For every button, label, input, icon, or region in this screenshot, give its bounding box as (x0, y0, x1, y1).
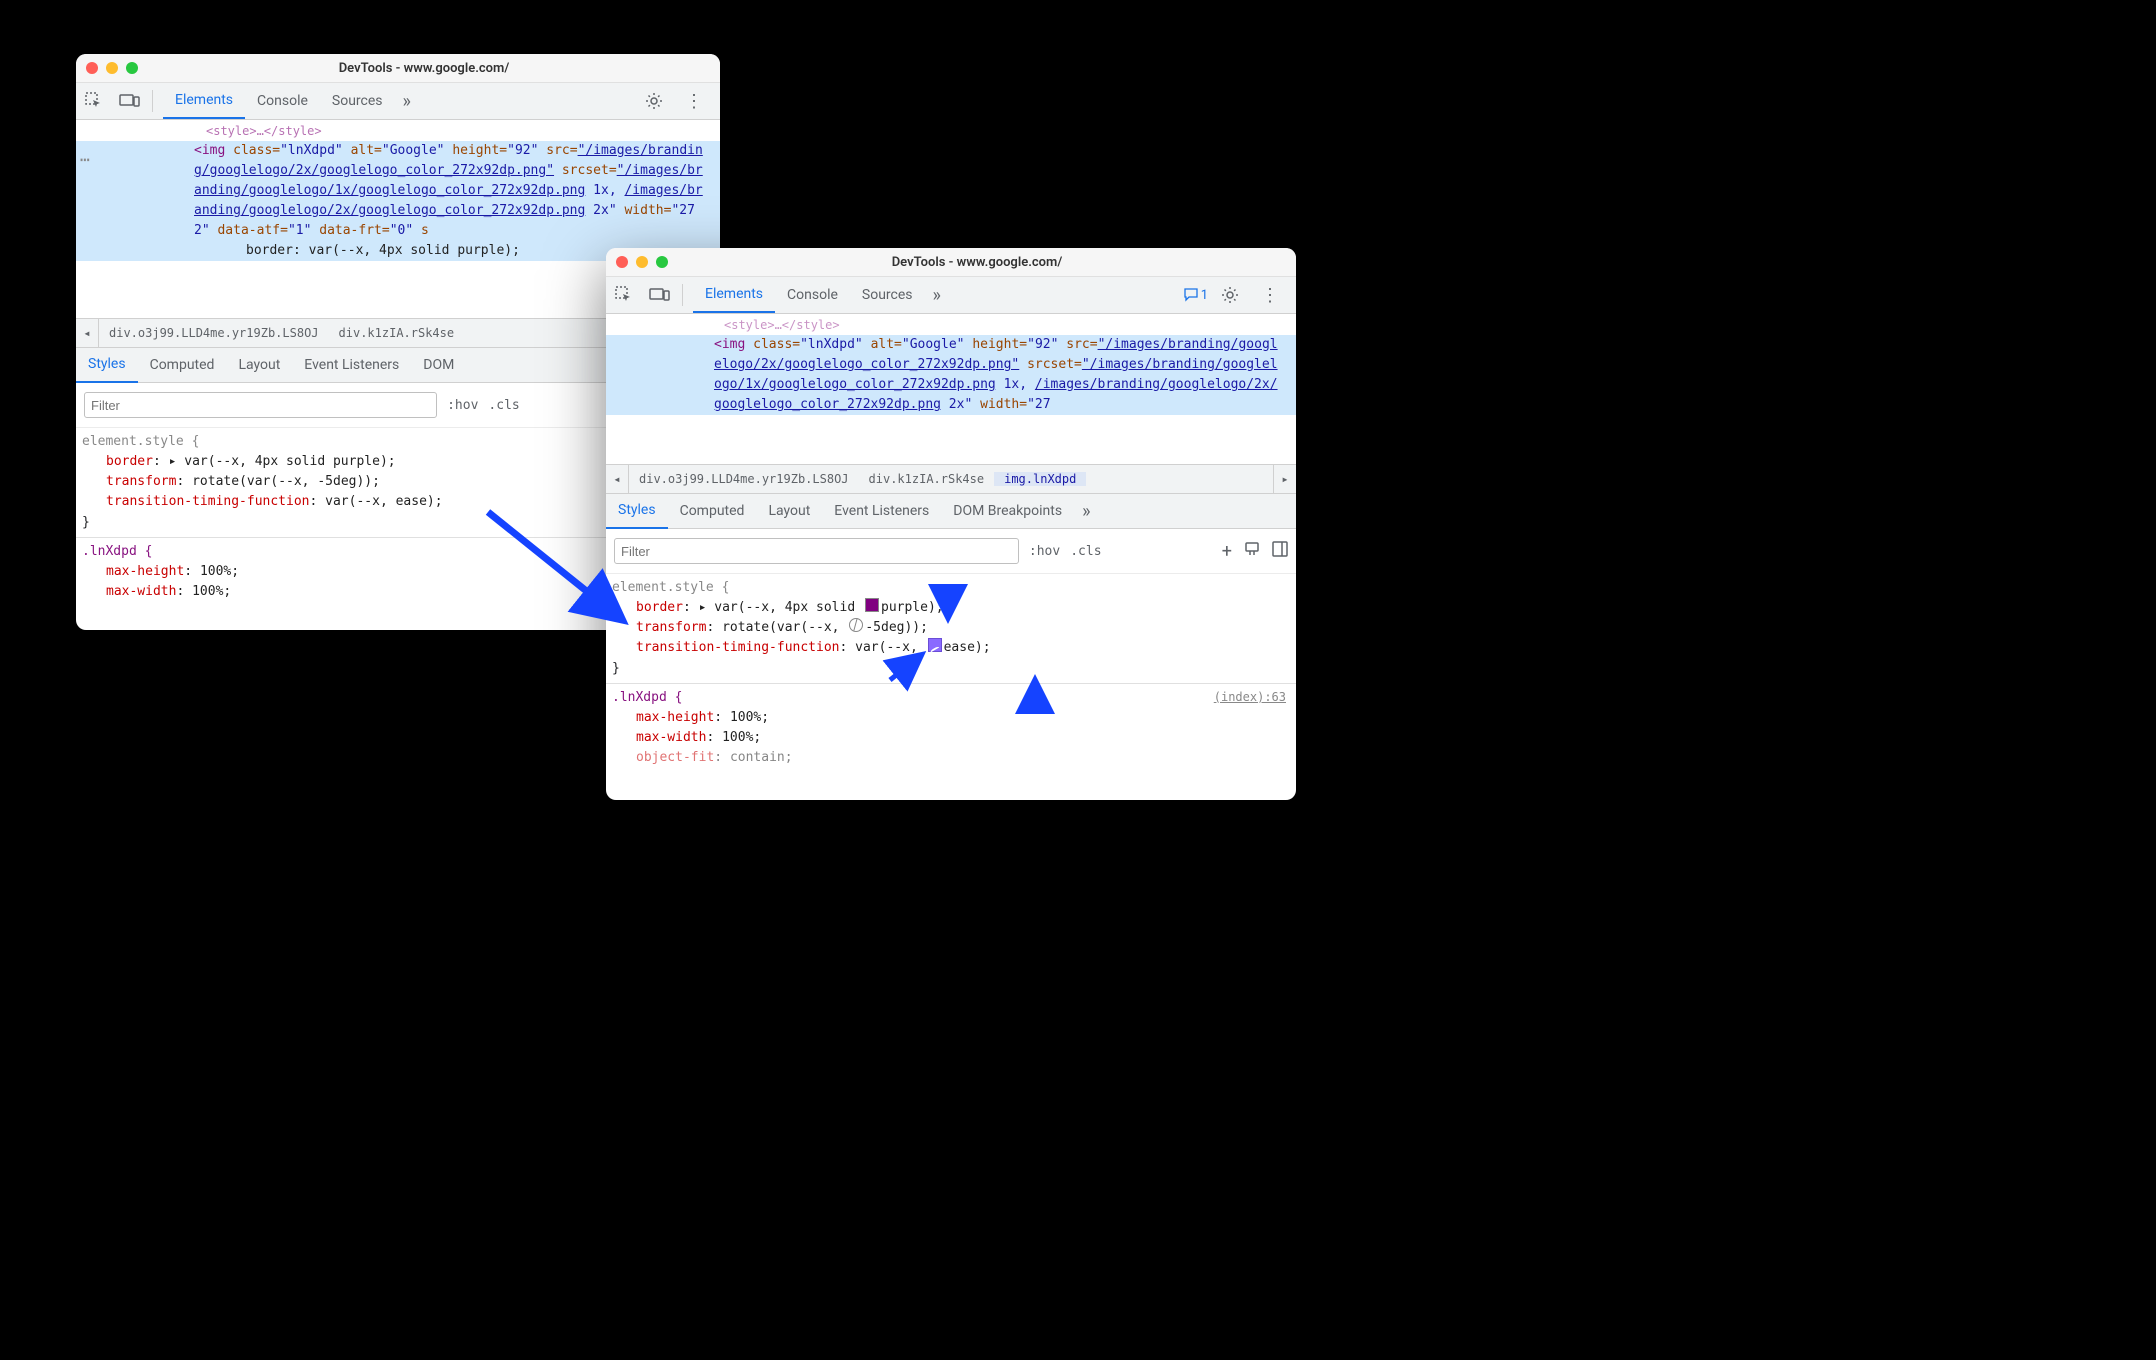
breadcrumb[interactable]: ◂ div.o3j99.LLD4me.yr19Zb.LS8OJ div.k1zI… (606, 465, 1296, 494)
subtab-styles[interactable]: Styles (76, 347, 138, 383)
close-dot[interactable] (86, 62, 98, 74)
hov-toggle[interactable]: :hov (447, 398, 478, 413)
device-icon[interactable] (648, 283, 672, 307)
tab-elements[interactable]: Elements (693, 277, 775, 313)
new-rule-icon[interactable]: + (1222, 541, 1232, 562)
breadcrumb-item-3[interactable]: img.lnXdpd (994, 472, 1086, 486)
bezier-swatch-icon[interactable] (928, 638, 942, 652)
gear-icon[interactable] (1218, 283, 1242, 307)
dom-line-style-close[interactable]: <style>…</style> (606, 316, 1296, 335)
dom-line-img[interactable]: <img class="lnXdpd" alt="Google" height=… (606, 335, 1296, 416)
subtab-computed[interactable]: Computed (138, 348, 227, 382)
zoom-dot[interactable] (126, 62, 138, 74)
messages-count: 1 (1201, 288, 1208, 303)
cls-toggle[interactable]: .cls (1070, 544, 1101, 559)
breadcrumb-next[interactable]: ▸ (1273, 465, 1296, 493)
panel-tabs: Elements Console Sources » (693, 277, 949, 313)
hov-toggle[interactable]: :hov (1029, 544, 1060, 559)
prop-transform[interactable]: transform: rotate(var(--x, -5deg)); (612, 618, 1286, 638)
subtab-styles[interactable]: Styles (606, 493, 668, 529)
kebab-icon[interactable]: ⋮ (1258, 283, 1282, 307)
close-dot[interactable] (616, 256, 628, 268)
dom-line-style-close[interactable]: <style>…</style> (76, 122, 720, 141)
window-controls[interactable] (616, 256, 668, 268)
more-subtabs-icon[interactable]: » (1074, 501, 1098, 522)
zoom-dot[interactable] (656, 256, 668, 268)
styles-subtabs: Styles Computed Layout Event Listeners D… (606, 494, 1296, 529)
titlebar[interactable]: DevTools - www.google.com/ (76, 54, 720, 83)
cls-toggle[interactable]: .cls (488, 398, 519, 413)
inspect-icon[interactable] (82, 89, 106, 113)
rule-close: } (612, 659, 1286, 679)
kebab-icon[interactable]: ⋮ (682, 89, 706, 113)
ellipsis-icon[interactable]: ⋯ (80, 148, 90, 173)
prop-max-width[interactable]: max-width: 100%; (612, 728, 1286, 748)
main-toolbar: Elements Console Sources » 1 ⋮ (606, 277, 1296, 314)
styles-pane[interactable]: element.style { border: ▸ var(--x, 4px s… (606, 574, 1296, 776)
dom-line-img[interactable]: <img class="lnXdpd" alt="Google" height=… (76, 141, 720, 242)
devtools-window-after: DevTools - www.google.com/ Elements Cons… (606, 248, 1296, 800)
messages-badge[interactable]: 1 (1184, 288, 1208, 303)
prop-max-height[interactable]: max-height: 100%; (612, 708, 1286, 728)
breadcrumb-item-1[interactable]: div.o3j99.LLD4me.yr19Zb.LS8OJ (629, 472, 859, 486)
tab-sources[interactable]: Sources (850, 277, 925, 313)
rule-lnxdpd[interactable]: .lnXdpd { (612, 690, 682, 705)
source-link[interactable]: (index):63 (1214, 688, 1286, 707)
tab-sources[interactable]: Sources (320, 83, 395, 119)
subtab-dombp-short[interactable]: DOM (411, 348, 466, 382)
filter-input[interactable] (84, 392, 437, 418)
breadcrumb-item-2[interactable]: div.k1zIA.rSk4se (859, 472, 995, 486)
breadcrumb-prev[interactable]: ◂ (76, 319, 99, 347)
window-controls[interactable] (86, 62, 138, 74)
subtab-listeners[interactable]: Event Listeners (292, 348, 411, 382)
minimize-dot[interactable] (106, 62, 118, 74)
subtab-dombp[interactable]: DOM Breakpoints (941, 494, 1074, 528)
prop-border[interactable]: border: ▸ var(--x, 4px solid purple); (612, 598, 1286, 618)
tab-console[interactable]: Console (245, 83, 320, 119)
window-title: DevTools - www.google.com/ (138, 61, 710, 76)
rule-lnxdpd-row[interactable]: (index):63 .lnXdpd { (612, 688, 1286, 708)
prop-ttf[interactable]: transition-timing-function: var(--x, eas… (612, 638, 1286, 658)
dom-tree[interactable]: <style>…</style> <img class="lnXdpd" alt… (606, 314, 1296, 465)
tab-console[interactable]: Console (775, 277, 850, 313)
styles-filter-row: :hov .cls + (606, 529, 1296, 574)
color-swatch-icon[interactable] (865, 598, 879, 612)
breadcrumb-prev[interactable]: ◂ (606, 465, 629, 493)
more-tabs-icon[interactable]: » (925, 277, 949, 313)
angle-swatch-icon[interactable] (849, 618, 863, 632)
titlebar[interactable]: DevTools - www.google.com/ (606, 248, 1296, 277)
subtab-computed[interactable]: Computed (668, 494, 757, 528)
minimize-dot[interactable] (636, 256, 648, 268)
window-title: DevTools - www.google.com/ (668, 255, 1286, 270)
inspect-icon[interactable] (612, 283, 636, 307)
main-toolbar: Elements Console Sources » ⋮ (76, 83, 720, 120)
prop-object-fit[interactable]: object-fit: contain; (612, 748, 1286, 768)
panel-icon[interactable] (1272, 541, 1288, 561)
breadcrumb-item-1[interactable]: div.o3j99.LLD4me.yr19Zb.LS8OJ (99, 326, 329, 340)
subtab-layout[interactable]: Layout (226, 348, 292, 382)
rule-element-style[interactable]: element.style { (612, 578, 1286, 598)
subtab-layout[interactable]: Layout (756, 494, 822, 528)
filter-input[interactable] (614, 538, 1019, 564)
brush-icon[interactable] (1244, 541, 1260, 561)
device-icon[interactable] (118, 89, 142, 113)
subtab-listeners[interactable]: Event Listeners (822, 494, 941, 528)
tab-elements[interactable]: Elements (163, 83, 245, 119)
breadcrumb-item-2[interactable]: div.k1zIA.rSk4se (329, 326, 465, 340)
gear-icon[interactable] (642, 89, 666, 113)
more-tabs-icon[interactable]: » (395, 83, 419, 119)
panel-tabs: Elements Console Sources » (163, 83, 419, 119)
